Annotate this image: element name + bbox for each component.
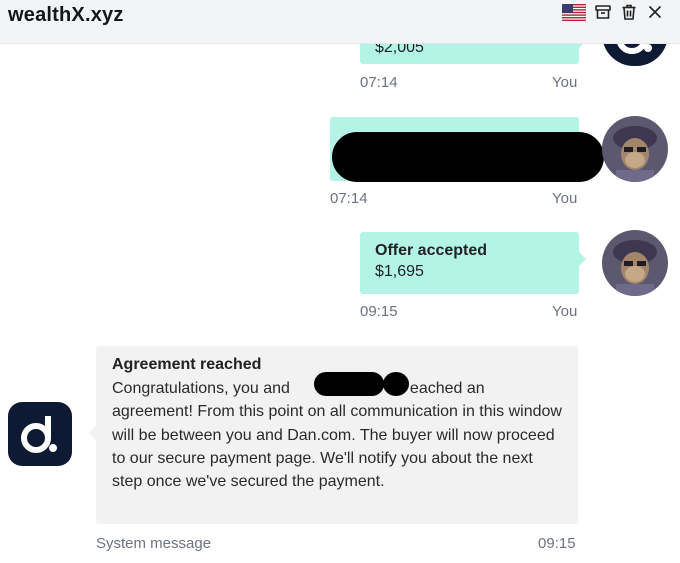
message-time: 07:14	[330, 190, 368, 207]
archive-icon[interactable]	[594, 3, 612, 21]
offer-accepted-bubble: Offer accepted $1,695	[360, 232, 586, 294]
message-title: Offer accepted	[375, 242, 488, 259]
message-time: 07:14	[360, 74, 398, 91]
redaction-mark	[383, 372, 409, 396]
message-sender: System message	[96, 535, 212, 552]
message-sender: You	[552, 303, 578, 320]
message-amount: $1,695	[375, 263, 424, 280]
app-title: wealthX.xyz	[8, 4, 124, 26]
bubble-tail	[579, 252, 586, 266]
chat-thread: $2,005 07:14 You 07:14 You Offer accepte…	[0, 44, 680, 563]
bubble-tail	[579, 44, 586, 48]
dan-avatar	[8, 402, 72, 466]
message-time: 09:15	[538, 535, 576, 552]
message-sender: You	[552, 74, 578, 91]
toolbar-icons	[562, 3, 664, 21]
title-bar: wealthX.xyz	[0, 0, 680, 44]
trash-icon[interactable]	[620, 3, 638, 21]
redaction-mark	[314, 372, 384, 396]
message-bubble: $2,005	[360, 44, 586, 64]
bubble-tail	[89, 426, 96, 440]
dan-avatar	[602, 44, 668, 66]
user-avatar	[602, 230, 668, 296]
message-sender: You	[552, 190, 578, 207]
redaction-mark	[332, 132, 604, 182]
close-icon[interactable]	[646, 3, 664, 21]
user-avatar	[602, 116, 668, 182]
message-amount: $2,005	[375, 44, 424, 56]
message-time: 09:15	[360, 303, 398, 320]
us-flag-icon[interactable]	[562, 3, 586, 21]
